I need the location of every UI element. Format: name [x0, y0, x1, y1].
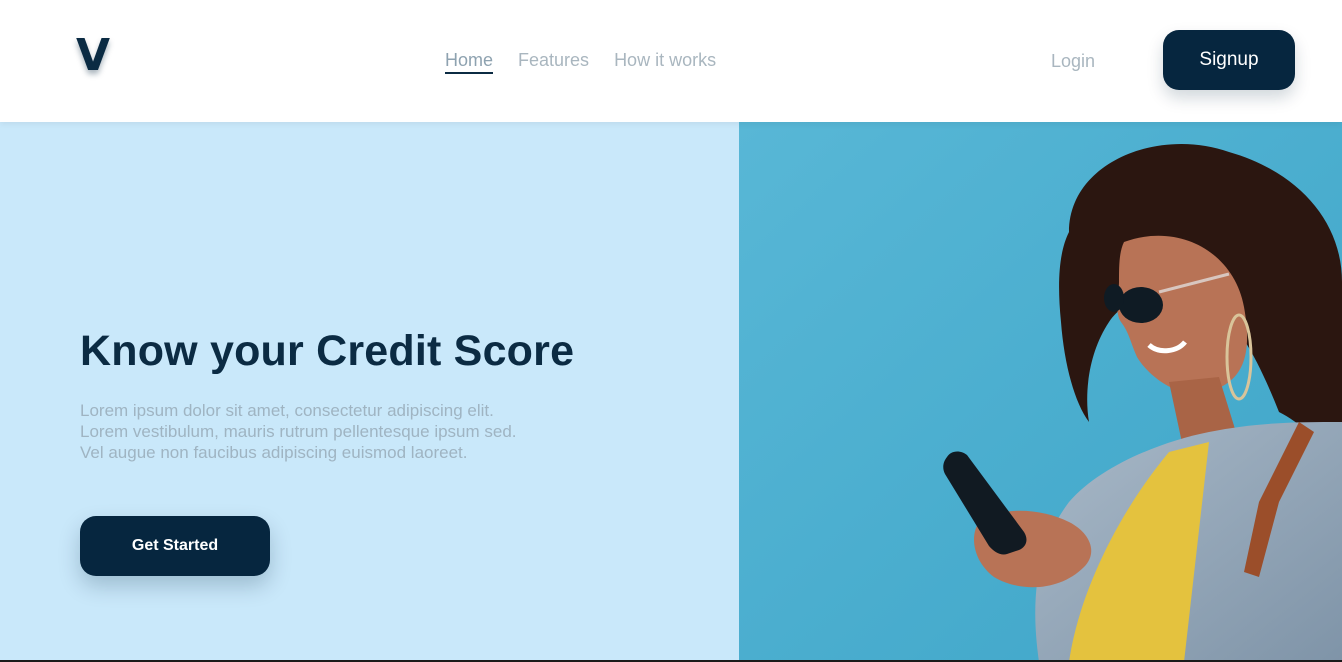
- site-header: V Home Features How it works Login Signu…: [0, 0, 1342, 122]
- hero-description: Lorem ipsum dolor sit amet, consectetur …: [80, 401, 517, 462]
- get-started-button[interactable]: Get Started: [80, 516, 270, 576]
- brand-logo[interactable]: V: [76, 34, 110, 78]
- main-nav: Home Features How it works: [445, 48, 716, 74]
- hero-section: [0, 122, 739, 662]
- signup-button[interactable]: Signup: [1163, 30, 1295, 90]
- nav-link-features[interactable]: Features: [518, 48, 589, 74]
- hero-title: Know your Credit Score: [80, 327, 575, 375]
- login-link[interactable]: Login: [1051, 49, 1095, 73]
- hero-photo: [739, 122, 1342, 662]
- nav-link-home[interactable]: Home: [445, 48, 494, 74]
- nav-link-how-it-works[interactable]: How it works: [614, 48, 716, 74]
